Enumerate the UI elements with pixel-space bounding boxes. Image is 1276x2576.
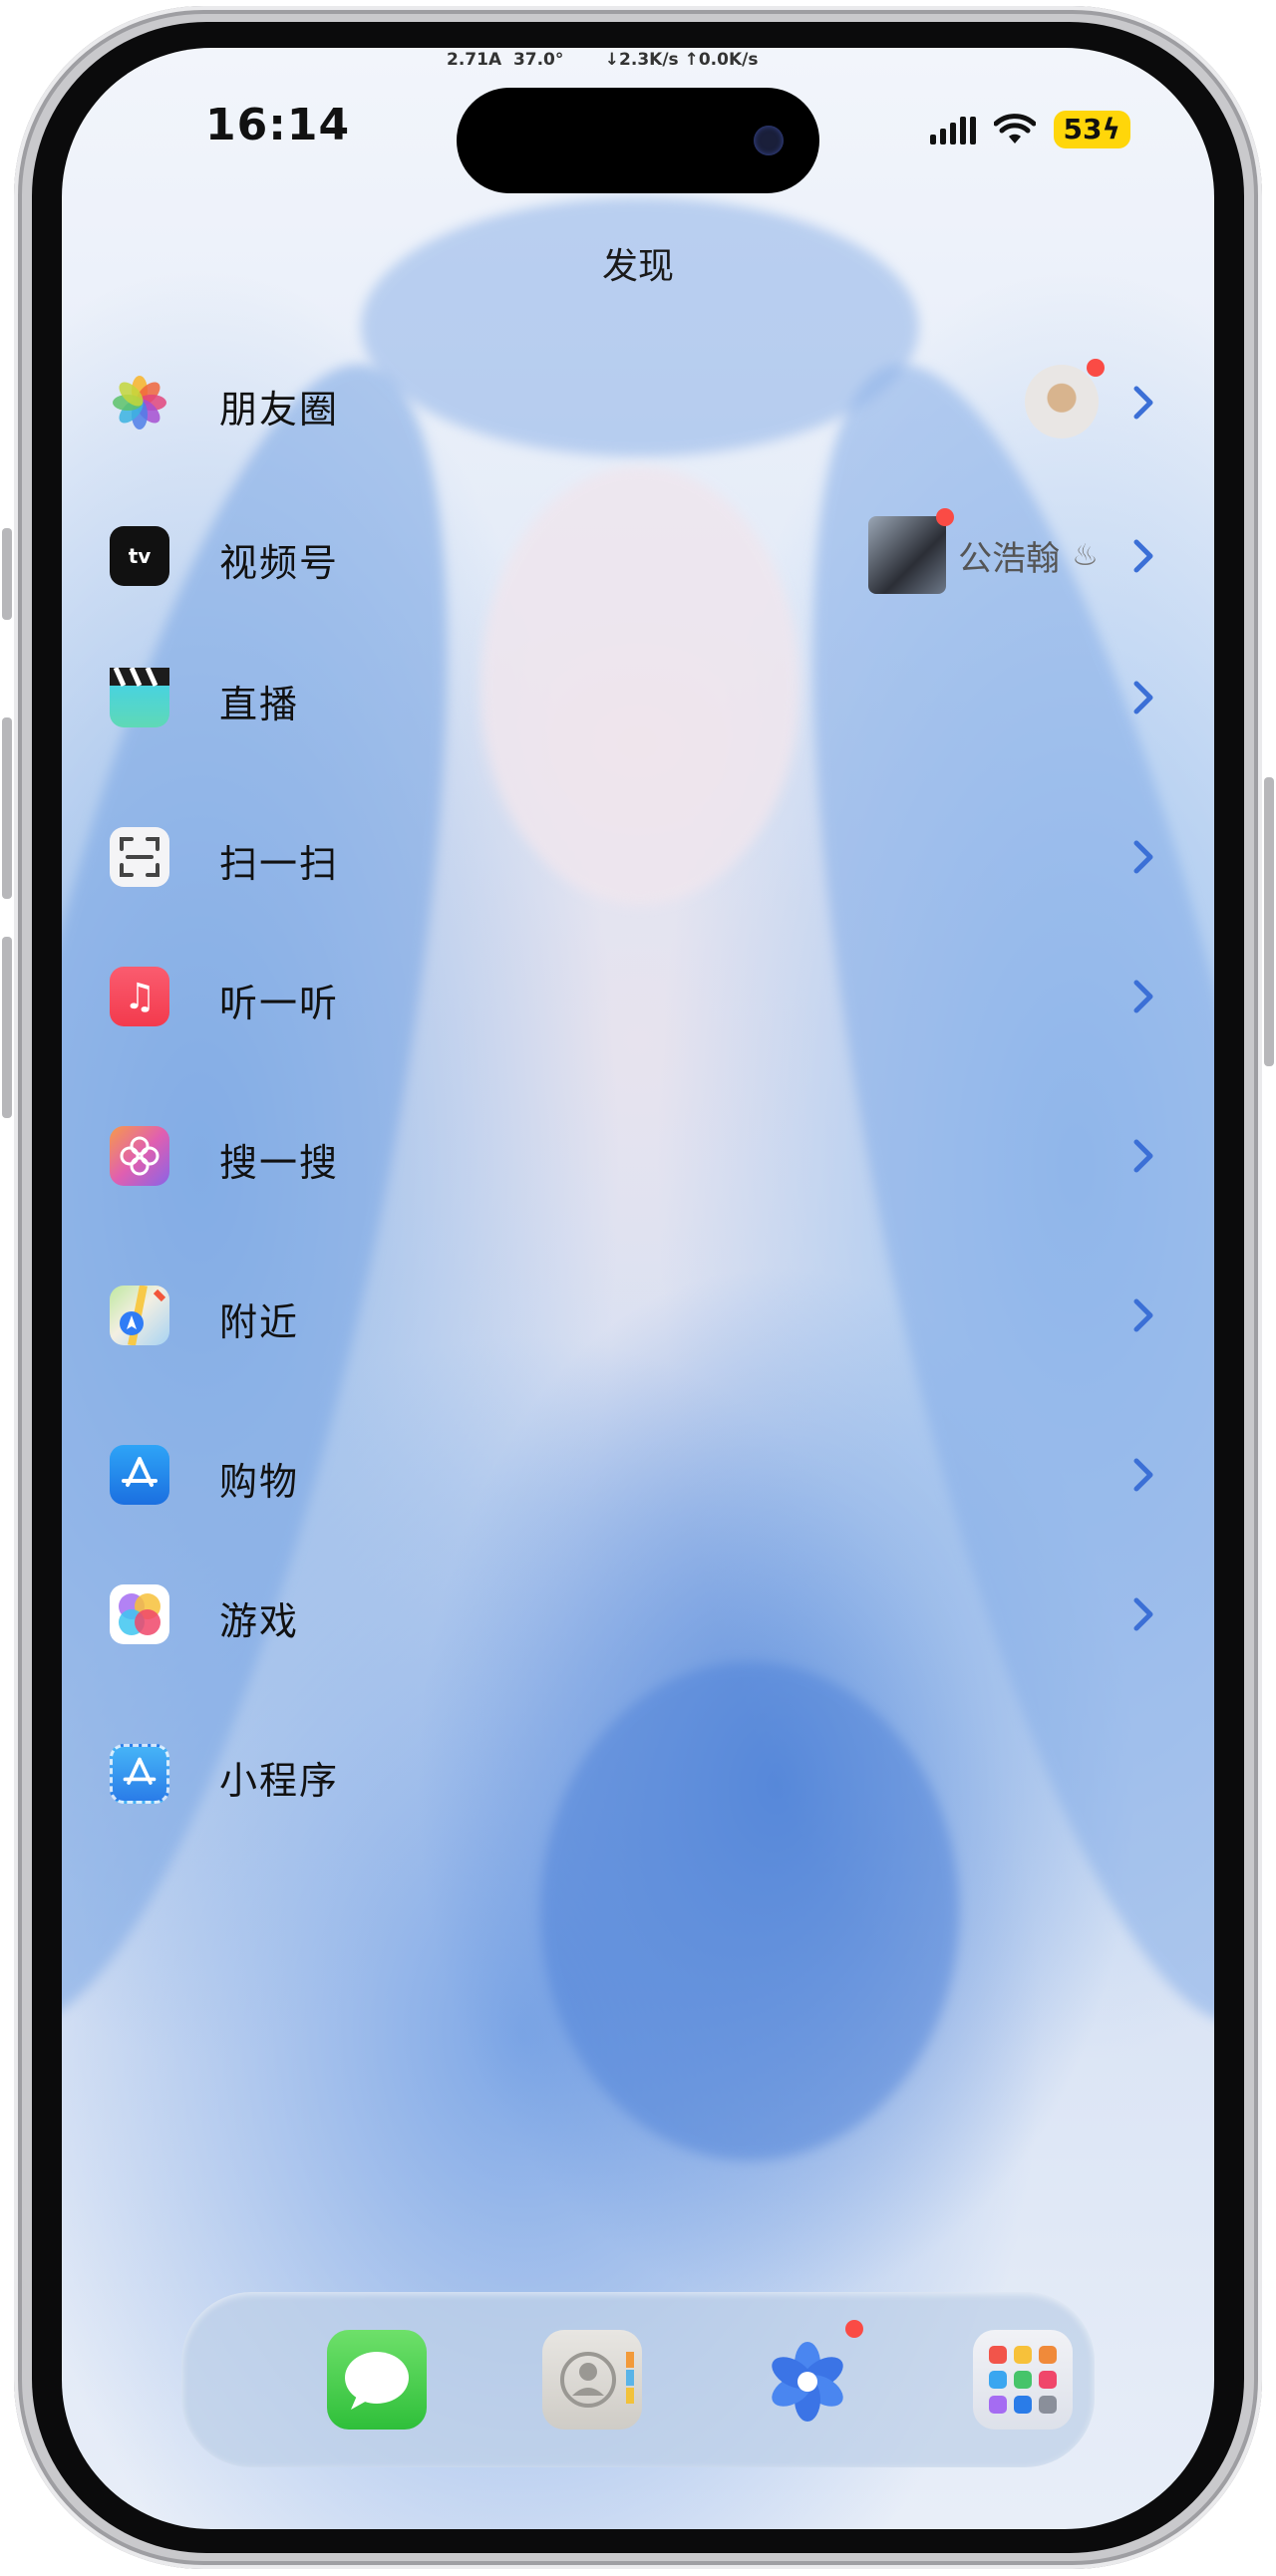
menu-label: 朋友圈 xyxy=(219,388,340,431)
game-center-icon xyxy=(110,1584,169,1644)
battery-indicator: 53ϟ xyxy=(1053,111,1130,148)
menu-item-search[interactable]: 搜一搜 xyxy=(62,1096,1214,1216)
power-button xyxy=(1264,777,1274,1066)
menu-label: 听一听 xyxy=(219,982,340,1025)
screen: 2.71A 37.0° ↓2.3K/s ↑0.0K/s 16:14 53ϟ 发现 xyxy=(62,48,1214,2529)
app-store-icon xyxy=(110,1445,169,1505)
menu-item-live[interactable]: 直播 xyxy=(62,638,1214,757)
menu-label: 搜一搜 xyxy=(219,1141,340,1185)
chevron-right-icon xyxy=(1133,1597,1153,1631)
avatar xyxy=(868,508,955,594)
menu-item-listen[interactable]: ♫ 听一听 xyxy=(62,937,1214,1056)
menu-label: 小程序 xyxy=(219,1759,340,1803)
unread-dot xyxy=(1087,359,1105,377)
avatar xyxy=(1025,359,1105,438)
menu-item-mini-programs[interactable]: 小程序 xyxy=(62,1714,1214,1834)
menu-label: 游戏 xyxy=(219,1599,300,1643)
menu-item-shopping[interactable]: 购物 xyxy=(62,1415,1214,1535)
page-title: 发现 xyxy=(601,246,674,287)
moments-update xyxy=(1025,357,1105,446)
unread-dot xyxy=(936,508,955,526)
status-time: 16:14 xyxy=(205,100,351,150)
front-camera-icon xyxy=(754,126,784,155)
note-glyph: ♫ xyxy=(123,976,157,1017)
unread-dot xyxy=(845,2320,863,2338)
status-indicators: 53ϟ xyxy=(929,110,1130,149)
chevron-right-icon xyxy=(1133,840,1153,874)
wifi-icon xyxy=(993,114,1036,143)
channels-update: 公浩翰 ♨ xyxy=(868,508,1099,600)
menu-item-channels[interactable]: tv 视频号 公浩翰 ♨ xyxy=(62,496,1214,616)
chevron-right-icon xyxy=(1133,386,1153,420)
battery-level: 53 xyxy=(1063,113,1103,145)
chevron-right-icon xyxy=(1133,1458,1153,1492)
app-library-icon[interactable] xyxy=(973,2330,1073,2430)
flame-icon: ♨ xyxy=(1072,537,1099,573)
messages-icon[interactable] xyxy=(327,2330,427,2430)
menu-label: 附近 xyxy=(219,1300,300,1344)
menu-item-moments[interactable]: 朋友圈 xyxy=(62,343,1214,462)
charging-bolt-icon: ϟ xyxy=(1102,113,1120,145)
channels-author: 公浩翰 xyxy=(958,538,1061,579)
chevron-right-icon xyxy=(1133,980,1153,1013)
action-button xyxy=(2,528,12,620)
flower-app-icon[interactable] xyxy=(758,2320,863,2430)
chevron-right-icon xyxy=(1133,1139,1153,1173)
scan-icon xyxy=(110,827,169,887)
maps-icon xyxy=(110,1286,169,1345)
menu-item-scan[interactable]: 扫一扫 xyxy=(62,797,1214,917)
apple-tv-icon: tv xyxy=(110,526,169,586)
music-icon: ♫ xyxy=(110,967,169,1026)
search-flower-icon xyxy=(110,1126,169,1186)
mini-program-icon xyxy=(110,1744,169,1804)
menu-item-games[interactable]: 游戏 xyxy=(62,1555,1214,1674)
chevron-right-icon xyxy=(1133,1298,1153,1332)
dynamic-island xyxy=(457,88,819,193)
menu-label: 视频号 xyxy=(219,541,340,585)
cellular-signal-icon xyxy=(929,115,976,144)
dock xyxy=(181,2292,1095,2467)
chevron-right-icon xyxy=(1133,681,1153,715)
menu-label: 购物 xyxy=(219,1460,300,1504)
volume-up-button xyxy=(2,717,12,899)
volume-down-button xyxy=(2,937,12,1118)
photos-icon xyxy=(110,373,169,432)
network-readout: 2.71A 37.0° ↓2.3K/s ↑0.0K/s xyxy=(447,50,759,70)
menu-label: 扫一扫 xyxy=(219,842,340,886)
clapper-icon xyxy=(110,668,169,727)
tv-glyph: tv xyxy=(128,544,152,568)
menu-item-nearby[interactable]: 附近 xyxy=(62,1256,1214,1375)
menu-label: 直播 xyxy=(219,683,300,726)
contacts-icon[interactable] xyxy=(542,2330,642,2430)
chevron-right-icon xyxy=(1133,539,1153,573)
